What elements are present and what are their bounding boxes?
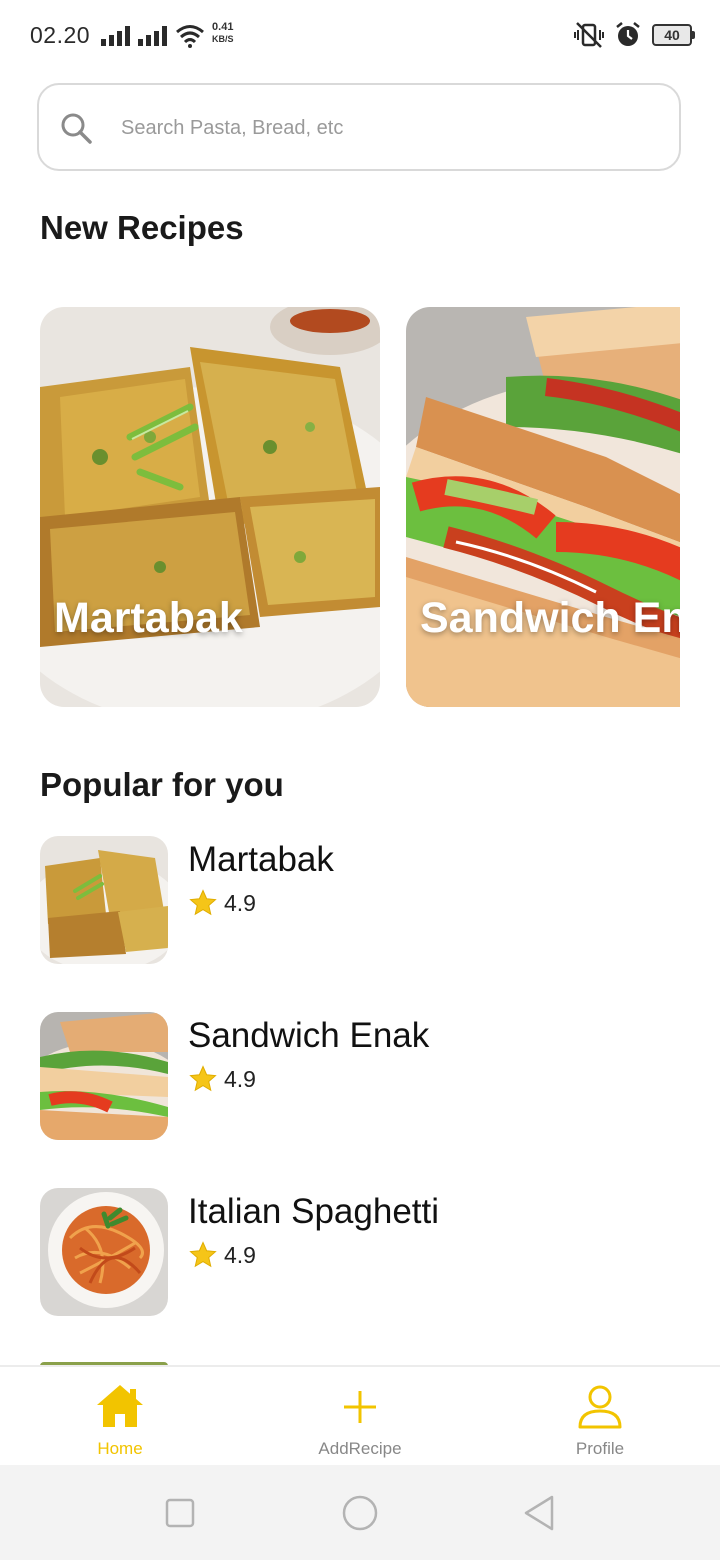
rating-value: 4.9: [224, 889, 256, 916]
plus-icon: [344, 1391, 376, 1423]
rating-value: 4.9: [224, 1241, 256, 1268]
signal-strength-icon: [101, 26, 130, 46]
rating: 4.9: [188, 1064, 256, 1094]
sandwich-image: [406, 307, 680, 707]
status-time: 02.20: [30, 22, 91, 48]
alarm-icon: [616, 22, 640, 46]
popular-item-name: Italian Spaghetti: [188, 1192, 440, 1231]
status-bar: 02.20 0.41 KB/S 40: [0, 0, 720, 72]
nav-add-recipe[interactable]: AddRecipe: [280, 1367, 440, 1467]
status-icons: 40: [574, 20, 695, 50]
signal-strength-icon-2: [138, 26, 167, 46]
rating: 4.9: [188, 1240, 256, 1270]
network-speed-unit: KB/S: [212, 34, 234, 44]
back-button-icon[interactable]: [520, 1493, 560, 1533]
popular-item-name: Sandwich Enak: [188, 1016, 430, 1055]
nav-add-recipe-label: AddRecipe: [318, 1439, 402, 1458]
thumbnail-martabak: [40, 836, 168, 964]
star-icon: [189, 889, 217, 916]
popular-item-spaghetti[interactable]: Italian Spaghetti 4.9: [40, 1188, 680, 1318]
network-speed-value: 0.41: [212, 21, 234, 33]
new-recipes-carousel[interactable]: Martabak Sandwich Enak: [40, 307, 680, 707]
search-icon: [61, 113, 92, 144]
battery-indicator: 40: [652, 24, 695, 46]
search-bar[interactable]: [37, 83, 681, 171]
thumbnail-sandwich: [40, 1012, 168, 1140]
thumbnail-spaghetti: [40, 1188, 168, 1316]
home-icon: [97, 1385, 143, 1427]
recipe-card-martabak[interactable]: Martabak: [40, 307, 380, 707]
system-navigation-bar: [0, 1465, 720, 1560]
bottom-navigation: Home AddRecipe Profile: [0, 1365, 720, 1467]
star-icon: [189, 1241, 217, 1268]
recipe-card-title: Sandwich Enak: [420, 594, 680, 642]
recipe-card-title: Martabak: [54, 594, 243, 642]
nav-profile[interactable]: Profile: [520, 1367, 680, 1467]
star-icon: [189, 1065, 217, 1092]
recipe-card-sandwich[interactable]: Sandwich Enak: [406, 307, 680, 707]
search-input[interactable]: [119, 107, 643, 149]
recents-button-icon[interactable]: [160, 1493, 200, 1533]
rating: 4.9: [188, 888, 256, 918]
nav-profile-label: Profile: [575, 1439, 625, 1458]
home-button-icon[interactable]: [340, 1493, 380, 1533]
user-icon: [578, 1385, 622, 1429]
nav-home[interactable]: Home: [40, 1367, 200, 1467]
popular-item-martabak[interactable]: Martabak 4.9: [40, 836, 680, 966]
rating-value: 4.9: [224, 1065, 256, 1092]
wifi-icon: [176, 25, 204, 48]
nav-home-label: Home: [97, 1439, 143, 1458]
new-recipes-title: New Recipes: [40, 209, 244, 246]
popular-title: Popular for you: [40, 766, 284, 803]
network-speed: 0.41 KB/S: [212, 22, 234, 45]
vibrate-off-icon: [574, 22, 604, 48]
martabak-image: [40, 307, 380, 707]
popular-item-name: Martabak: [188, 840, 334, 879]
popular-item-sandwich[interactable]: Sandwich Enak 4.9: [40, 1012, 680, 1142]
